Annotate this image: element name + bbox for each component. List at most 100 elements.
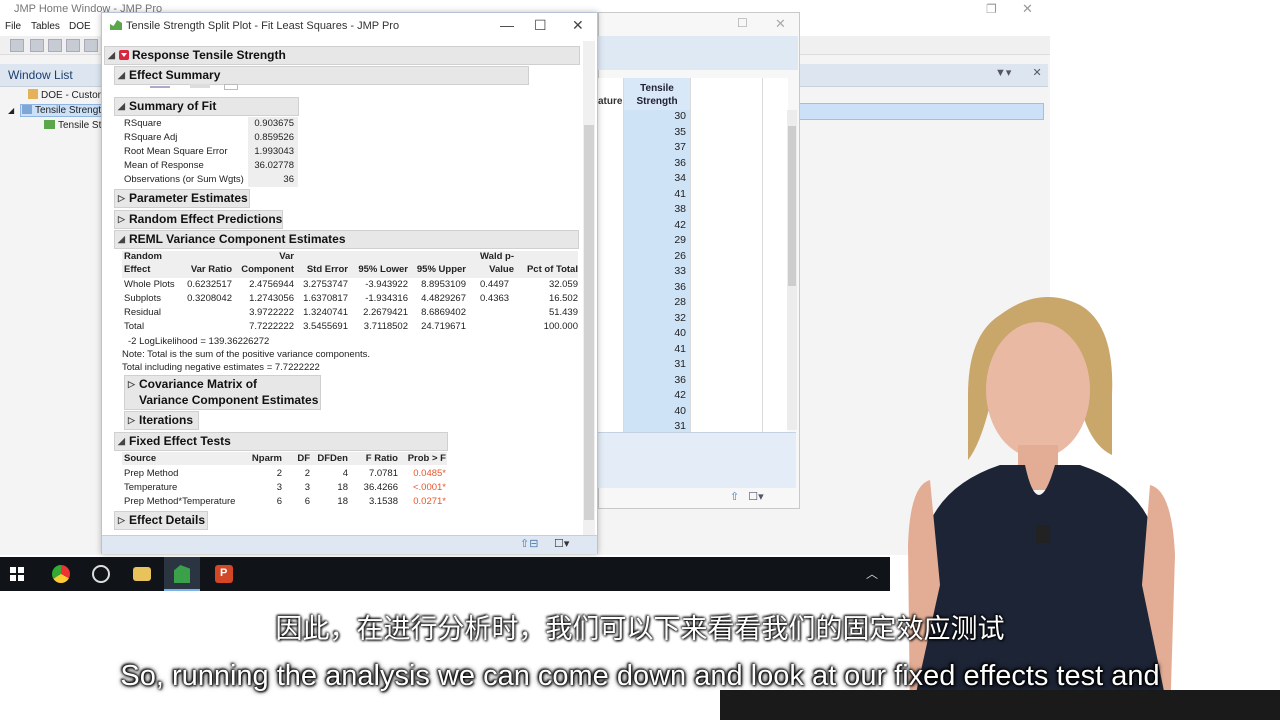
toolbar-icon[interactable]: [10, 39, 24, 52]
red-triangle-menu-icon[interactable]: [119, 50, 129, 60]
cell-value[interactable]: 36: [674, 374, 686, 386]
expand-icon[interactable]: ▷: [118, 515, 125, 526]
toolbar-icon[interactable]: [84, 39, 98, 52]
cell-value[interactable]: 26: [674, 250, 686, 262]
collapse-icon[interactable]: ◢: [8, 106, 14, 115]
toolbar-icon[interactable]: [66, 39, 80, 52]
cell-value[interactable]: 31: [674, 420, 686, 432]
cell-value[interactable]: 36: [674, 157, 686, 169]
windows-start-icon[interactable]: [10, 567, 24, 581]
display-box-icon[interactable]: ☐▾: [554, 537, 569, 550]
up-arrow-icon[interactable]: ⇧⊟: [520, 537, 538, 550]
tree-item-doe[interactable]: DOE - Custon: [28, 89, 103, 103]
iterations-header[interactable]: ▷ Iterations: [124, 411, 199, 430]
minimize-icon[interactable]: —: [500, 17, 514, 33]
reml-header[interactable]: ◢ REML Variance Component Estimates: [114, 230, 579, 249]
report-icon: [110, 20, 122, 30]
cell-value[interactable]: 40: [674, 405, 686, 417]
reml-cell: 3.7118502: [363, 321, 408, 332]
fixed-effect-tests-header[interactable]: ◢ Fixed Effect Tests: [114, 432, 448, 451]
chrome-icon[interactable]: [52, 565, 70, 583]
reml-col-header: Var: [279, 251, 294, 262]
fixed-col-header: DFDen: [317, 453, 348, 464]
reml-col-header: Random: [124, 251, 162, 262]
toolbar-icon[interactable]: [48, 39, 62, 52]
tensile-strength-column: 30 35 37 36 34 41 38 42 29 26 33 36 28 3…: [624, 110, 690, 434]
collapse-icon[interactable]: ◢: [118, 234, 125, 245]
collapse-icon[interactable]: ◢: [118, 101, 125, 112]
cell-value[interactable]: 28: [674, 296, 686, 308]
cell-value[interactable]: 42: [674, 219, 686, 231]
fixed-cell: 36.4266: [363, 482, 398, 493]
cell-value[interactable]: 41: [674, 188, 686, 200]
report-title: Tensile Strength Split Plot - Fit Least …: [126, 20, 400, 32]
cell-value[interactable]: 34: [674, 172, 686, 184]
loglikelihood-text: -2 LogLikelihood = 139.36226272: [128, 336, 270, 347]
up-arrow-icon[interactable]: ⇧: [730, 491, 739, 503]
expand-icon[interactable]: ▷: [128, 415, 135, 426]
file-explorer-icon[interactable]: [133, 567, 151, 581]
reml-col-header: Pct of Total: [526, 264, 578, 275]
fixed-cell: 4: [342, 468, 348, 479]
cell-value[interactable]: 40: [674, 327, 686, 339]
cell-value[interactable]: 33: [674, 265, 686, 277]
expand-icon[interactable]: ▷: [118, 214, 125, 225]
covariance-matrix-header[interactable]: ▷ Covariance Matrix of Variance Componen…: [124, 375, 321, 410]
cell-value[interactable]: 41: [674, 343, 686, 355]
cell-value[interactable]: 42: [674, 389, 686, 401]
expand-icon[interactable]: ▷: [118, 193, 125, 204]
column-header-temperature-partial[interactable]: ature: [598, 96, 622, 107]
maximize-icon[interactable]: ☐: [737, 16, 748, 30]
doe-icon: [28, 89, 38, 99]
column-header-tensile-strength[interactable]: Tensile Strength: [624, 78, 690, 110]
reml-cell: 4.4829267: [421, 293, 466, 304]
scrollbar-thumb[interactable]: [584, 125, 594, 520]
reml-cell: -3.943922: [365, 279, 408, 290]
report-body: ◢ Response Tensile Strength ◢ Effect Sum…: [102, 41, 582, 535]
maximize-icon[interactable]: ☐: [534, 17, 547, 34]
maximize-icon[interactable]: ❐: [986, 2, 997, 16]
toolbar-icon[interactable]: [30, 39, 44, 52]
summary-of-fit-header[interactable]: ◢ Summary of Fit: [114, 97, 299, 116]
tree-item-report[interactable]: Tensile Str: [44, 120, 105, 134]
reml-cell: 0.3208042: [187, 293, 232, 304]
fixed-cell: Temperature: [124, 482, 178, 493]
tree-item-data-table[interactable]: ◢ Tensile Strengt: [8, 104, 104, 118]
collapse-icon[interactable]: ◢: [118, 436, 125, 447]
scrollbar-thumb[interactable]: [788, 126, 796, 286]
fixed-cell: 6: [276, 496, 282, 507]
collapse-icon[interactable]: ◢: [108, 50, 115, 61]
data-table-lower-panel: [598, 432, 796, 488]
powerpoint-icon[interactable]: P: [215, 565, 233, 583]
summary-value: 1.993043: [254, 146, 294, 157]
cell-value[interactable]: 35: [674, 126, 686, 138]
parameter-estimates-header[interactable]: ▷ Parameter Estimates: [114, 189, 250, 208]
cell-value[interactable]: 30: [674, 110, 686, 122]
close-icon[interactable]: ✕: [1022, 1, 1033, 17]
effect-summary-header[interactable]: ◢ Effect Summary: [114, 66, 529, 85]
cell-value[interactable]: 37: [674, 141, 686, 153]
reml-total-negative: Total including negative estimates = 7.7…: [122, 362, 320, 373]
app-icon[interactable]: [92, 565, 110, 583]
filter-icon[interactable]: ▼▾: [995, 67, 1011, 79]
response-header[interactable]: ◢ Response Tensile Strength: [104, 46, 580, 65]
random-effect-predictions-header[interactable]: ▷ Random Effect Predictions: [114, 210, 283, 229]
cell-value[interactable]: 29: [674, 234, 686, 246]
close-icon[interactable]: ✕: [1032, 67, 1041, 79]
fixed-cell: 3: [276, 482, 282, 493]
jmp-taskbar-button[interactable]: [164, 557, 200, 591]
display-box-icon[interactable]: ☐▾: [748, 491, 763, 503]
menu-file[interactable]: File: [5, 21, 21, 32]
cell-value[interactable]: 32: [674, 312, 686, 324]
cell-value[interactable]: 36: [674, 281, 686, 293]
close-icon[interactable]: ✕: [775, 16, 786, 32]
effect-details-header[interactable]: ▷ Effect Details: [114, 511, 208, 530]
menu-tables[interactable]: Tables: [31, 21, 60, 32]
menu-doe[interactable]: DOE: [69, 21, 91, 32]
cell-value[interactable]: 38: [674, 203, 686, 215]
summary-label: Mean of Response: [124, 160, 204, 171]
close-icon[interactable]: ✕: [572, 17, 584, 34]
expand-icon[interactable]: ▷: [128, 379, 135, 390]
collapse-icon[interactable]: ◢: [118, 70, 125, 81]
cell-value[interactable]: 31: [674, 358, 686, 370]
